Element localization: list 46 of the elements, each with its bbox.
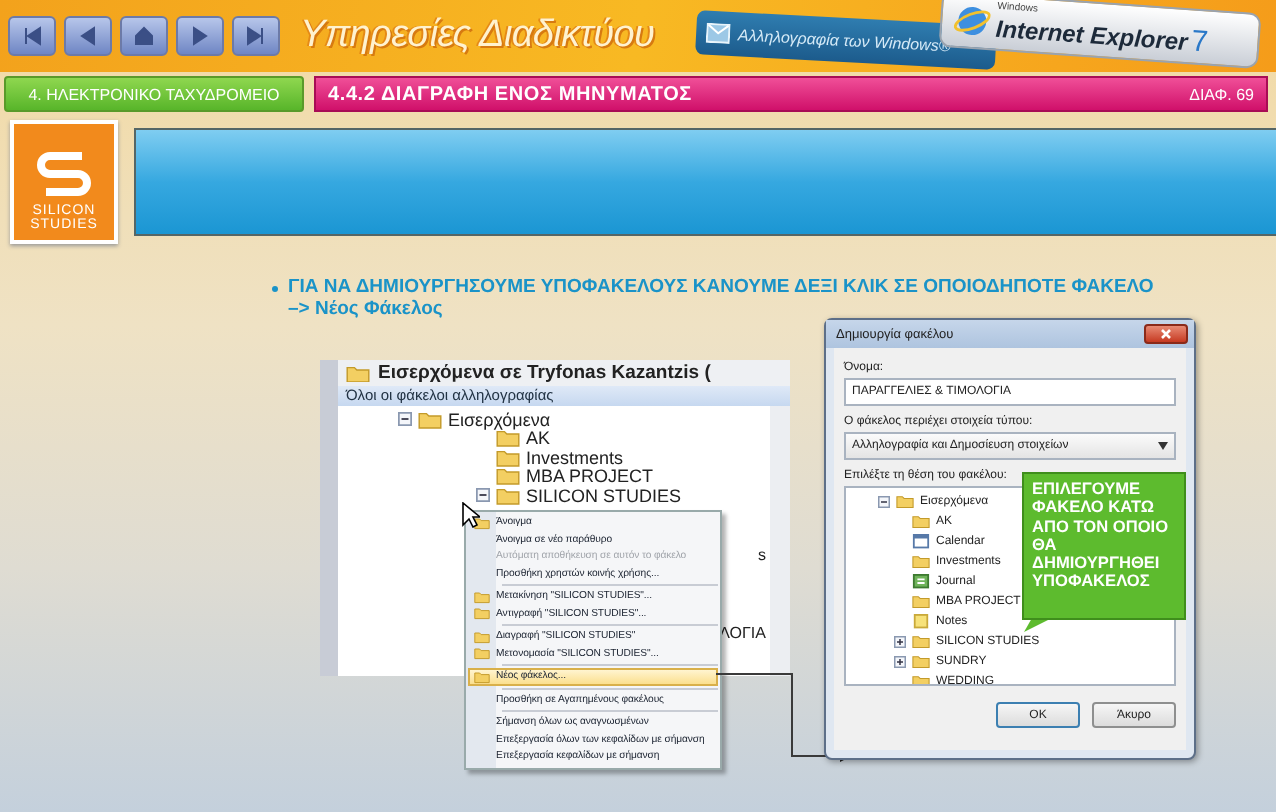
folder-name: s (758, 545, 766, 563)
nav-button[interactable] (232, 16, 280, 56)
skip-icon (20, 24, 44, 48)
folder-name[interactable]: Investments (526, 447, 624, 468)
journal-icon (912, 574, 930, 590)
folder-icon (912, 554, 930, 570)
folder-name[interactable]: SILICON STUDIES (526, 485, 682, 506)
collapse-toggle[interactable] (398, 412, 412, 427)
folder-icon (474, 515, 490, 530)
section-title: 4.4.2 ΔΙΑΓΡΑΦΗ ΕΝΟΣ ΜΗΝΥΜΑΤΟΣ (328, 83, 692, 105)
expand-toggle[interactable] (894, 656, 906, 668)
callout: ΕΠΙΛΕΓΟΥΜΕ ΦΑΚΕΛΟ ΚΑΤΩ ΑΠΟ ΤΟΝ ΟΠΟΙΟ ΘΑ ΔΗΜΙΟΥΡΓΗΘΕΙ ΥΠΟΦΑΚΕΛΟΣ (1022, 472, 1186, 620)
mail-icon (705, 22, 731, 44)
collapse-toggle[interactable] (878, 496, 890, 508)
slide-number: ΔΙΑΦ. 69 (1189, 85, 1254, 103)
skip-icon (244, 24, 268, 48)
nav-button[interactable] (176, 16, 224, 56)
folder-icon (496, 466, 520, 487)
badge-text: Internet Explorer (995, 16, 1189, 55)
pane-title: Εισερχόμενα σε Tryfonas Kazantzis ( (378, 362, 711, 384)
home-icon (132, 24, 156, 48)
e-logo-icon (953, 1, 992, 41)
folder-name: ΛΟΓΙΑ (719, 623, 766, 641)
folder-icon (912, 594, 930, 610)
folder-name[interactable]: AK (526, 428, 551, 449)
triangle-icon (188, 24, 212, 48)
bullet-text: ΓΙΑ ΝΑ ΔΗΜΙΟΥΡΓΗΣΟΥΜΕ ΥΠΟΦΑΚΕΛΟΥΣ ΚΑΝΟΥΜΕ ΔΕΞΙ ΚΛΙΚ ΣΕ ΟΠΟΙΟΔΗΠΟΤΕ ΦΑΚΕΛΟ –> Νέος Φάκελος (288, 278, 1156, 322)
bullet-icon (272, 286, 278, 292)
notes-icon (912, 614, 930, 630)
caret-icon (1158, 442, 1168, 450)
close-button[interactable] (1144, 324, 1188, 344)
header-title: Υπηρεσίες Διαδικτύου (300, 14, 655, 58)
folder-icon (496, 485, 520, 506)
folder-name[interactable]: MBA PROJECT (526, 466, 654, 487)
folder-icon (496, 447, 520, 468)
nav-button[interactable] (8, 16, 56, 56)
folder-name[interactable]: Εισερχόμενα (448, 409, 551, 430)
close-icon (1160, 328, 1172, 340)
folder-icon (496, 428, 520, 449)
calendar-icon (912, 534, 930, 550)
collapse-toggle[interactable] (476, 488, 490, 503)
expand-toggle[interactable] (894, 636, 906, 648)
triangle-icon (76, 24, 100, 48)
nav-button[interactable] (120, 16, 168, 56)
version-number: 7 (1190, 26, 1210, 58)
nav-button[interactable] (64, 16, 112, 56)
